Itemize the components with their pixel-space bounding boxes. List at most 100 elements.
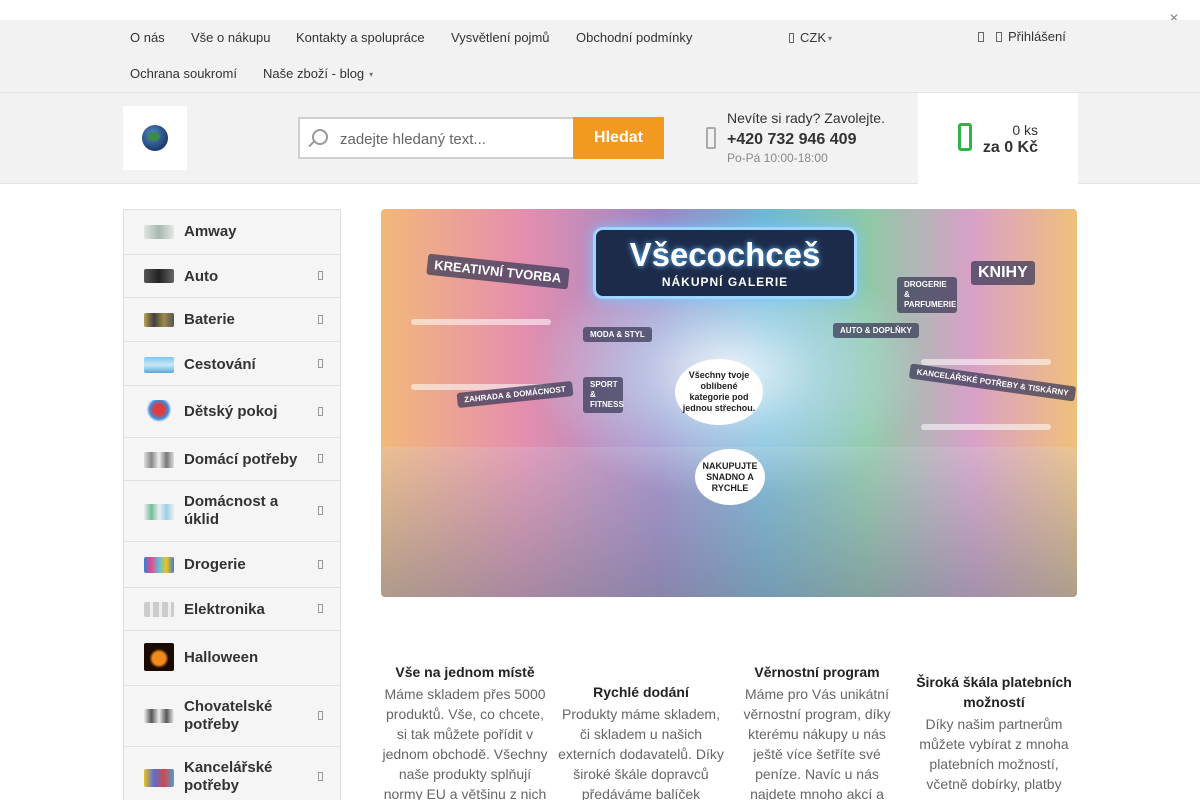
feature-platebni-moznosti: Široká škála platebních možností Díky na… xyxy=(912,672,1076,794)
category-label: Kancelářské potřeby xyxy=(184,759,273,794)
category-elektronika[interactable]: Elektronika xyxy=(124,588,340,631)
category-auto[interactable]: Auto xyxy=(124,255,340,298)
site-logo[interactable] xyxy=(123,106,187,170)
category-label: Halloween xyxy=(184,649,259,666)
category-thumbnail xyxy=(144,313,174,327)
chevron-right-icon xyxy=(318,359,323,368)
hero-title-sign: Všecochceš NÁKUPNÍ GALERIE xyxy=(593,227,857,299)
hero-bubble-nakupujte: NAKUPUJTE SNADNO A RYCHLE xyxy=(695,449,765,505)
currency-label: CZK xyxy=(800,30,826,45)
hero-sign-moda: MODA & STYL xyxy=(583,327,652,342)
category-label: Chovatelské potřeby xyxy=(184,698,273,733)
category-baterie[interactable]: Baterie xyxy=(124,298,340,342)
hero-sign-knihy: KNIHY xyxy=(971,261,1035,285)
hero-shelf xyxy=(411,319,551,325)
cart-total: za 0 Kč xyxy=(982,139,1038,156)
category-domacnost-a-uklid[interactable]: Domácnost a úklid xyxy=(124,481,340,542)
chevron-right-icon xyxy=(318,506,323,515)
hero-shelf xyxy=(921,424,1051,430)
category-drogerie[interactable]: Drogerie xyxy=(124,542,340,588)
chevron-right-icon xyxy=(318,271,323,280)
chevron-down-icon: ▾ xyxy=(828,34,833,43)
category-thumbnail xyxy=(144,357,174,373)
login-link[interactable]: Přihlášení xyxy=(978,29,1066,44)
category-label: Cestování xyxy=(184,356,256,373)
category-thumbnail xyxy=(144,602,174,617)
category-label: Dětský pokoj xyxy=(184,403,278,420)
category-chovatelske-potreby[interactable]: Chovatelské potřeby xyxy=(124,686,340,747)
hero-banner[interactable]: Všecochceš NÁKUPNÍ GALERIE KREATIVNÍ TVO… xyxy=(381,209,1077,597)
feature-text: Díky našim partnerům můžete vybírat z mn… xyxy=(919,716,1069,792)
feature-rychle-dodani: Rychlé dodání Produkty máme skladem, či … xyxy=(556,682,726,800)
chevron-down-icon: ▾ xyxy=(369,70,374,79)
feature-text: Produkty máme skladem, či skladem u naši… xyxy=(558,706,724,800)
chevron-right-icon xyxy=(318,711,323,720)
feature-vse-na-jednom-miste: Vše na jednom místě Máme skladem přes 50… xyxy=(381,662,549,800)
hero-title: Všecochceš xyxy=(629,236,821,273)
category-detsky-pokoj[interactable]: Dětský pokoj xyxy=(124,386,340,438)
hero-shelf xyxy=(921,359,1051,365)
category-label: Baterie xyxy=(184,311,235,328)
hero-sign-kreativni: KREATIVNÍ TVORBA xyxy=(426,253,570,290)
globe-logo-icon xyxy=(142,125,168,151)
cart-widget[interactable]: 0 ks za 0 Kč xyxy=(918,93,1078,184)
search-input[interactable] xyxy=(340,129,570,149)
category-label: Auto xyxy=(184,268,219,285)
category-thumbnail xyxy=(144,709,174,723)
user-icon xyxy=(996,32,1002,42)
category-thumbnail xyxy=(144,452,174,468)
category-thumbnail xyxy=(144,400,174,424)
chevron-right-icon xyxy=(318,772,323,781)
cart-icon xyxy=(958,123,972,151)
nav-link-nase-zbozi-blog[interactable]: Naše zboží - blog ▾ xyxy=(263,66,373,81)
category-domaci-potreby[interactable]: Domácí potřeby xyxy=(124,438,340,481)
category-halloween[interactable]: Halloween xyxy=(124,631,340,686)
contact-hours: Po-Pá 10:00-18:00 xyxy=(727,151,828,165)
search-field xyxy=(298,117,574,159)
category-thumbnail xyxy=(144,225,174,239)
chevron-right-icon xyxy=(318,407,323,416)
hero-sign-kancelar: KANCELÁŘSKÉ POTŘEBY & TISKÁRNY xyxy=(908,363,1077,402)
nav-link-o-nas[interactable]: O nás xyxy=(130,30,165,45)
category-thumbnail xyxy=(144,269,174,283)
hero-sign-drogerie: DROGERIE & PARFUMERIE xyxy=(897,277,957,313)
feature-title: Rychlé dodání xyxy=(593,684,689,700)
chevron-right-icon xyxy=(318,560,323,569)
nav-link-kontakty[interactable]: Kontakty a spolupráce xyxy=(296,30,425,45)
feature-title: Vše na jednom místě xyxy=(395,664,535,680)
category-label: Amway xyxy=(184,223,237,240)
feature-title: Široká škála platebních možností xyxy=(916,674,1072,710)
category-thumbnail xyxy=(144,769,174,787)
hero-bubble-kategorie: Všechny tvoje oblíbené kategorie pod jed… xyxy=(675,359,763,425)
nav-link-vysvetleni-pojmu[interactable]: Vysvětlení pojmů xyxy=(451,30,550,45)
settings-icon xyxy=(978,32,984,42)
currency-icon xyxy=(789,33,794,43)
pumpkin-icon xyxy=(144,643,174,671)
category-thumbnail xyxy=(144,557,174,573)
nav-link-vse-o-nakupu[interactable]: Vše o nákupu xyxy=(191,30,271,45)
feature-text: Máme pro Vás unikátní věrnostní program,… xyxy=(743,686,891,800)
category-label: Domácnost a úklid xyxy=(184,493,279,528)
category-cestovani[interactable]: Cestování xyxy=(124,342,340,386)
phone-icon xyxy=(706,127,716,149)
category-label: Drogerie xyxy=(184,556,246,573)
hero-subtitle: NÁKUPNÍ GALERIE xyxy=(661,275,789,289)
search-button[interactable]: Hledat xyxy=(573,117,664,159)
category-label: Domácí potřeby xyxy=(184,451,298,468)
contact-question: Nevíte si rady? Zavolejte. xyxy=(727,110,885,126)
feature-title: Věrnostní program xyxy=(754,664,880,680)
category-kancelarske-potreby[interactable]: Kancelářské potřeby xyxy=(124,747,340,800)
site-header: Hledat Nevíte si rady? Zavolejte. +420 7… xyxy=(0,93,1200,184)
search-icon xyxy=(312,129,328,145)
contact-phone[interactable]: +420 732 946 409 xyxy=(727,131,856,149)
feature-text: Máme skladem přes 5000 produktů. Vše, co… xyxy=(382,686,548,800)
category-amway[interactable]: Amway xyxy=(124,210,340,255)
hero-sign-auto: AUTO & DOPLŇKY xyxy=(833,323,919,338)
chevron-right-icon xyxy=(318,454,323,463)
nav-link-obchodni-podminky[interactable]: Obchodní podmínky xyxy=(576,30,692,45)
cart-count: 0 ks xyxy=(1012,122,1038,138)
chevron-right-icon xyxy=(318,315,323,324)
currency-selector[interactable]: CZK ▾ xyxy=(789,30,832,45)
login-label: Přihlášení xyxy=(1008,29,1066,44)
nav-link-ochrana-soukromi[interactable]: Ochrana soukromí xyxy=(130,66,237,81)
